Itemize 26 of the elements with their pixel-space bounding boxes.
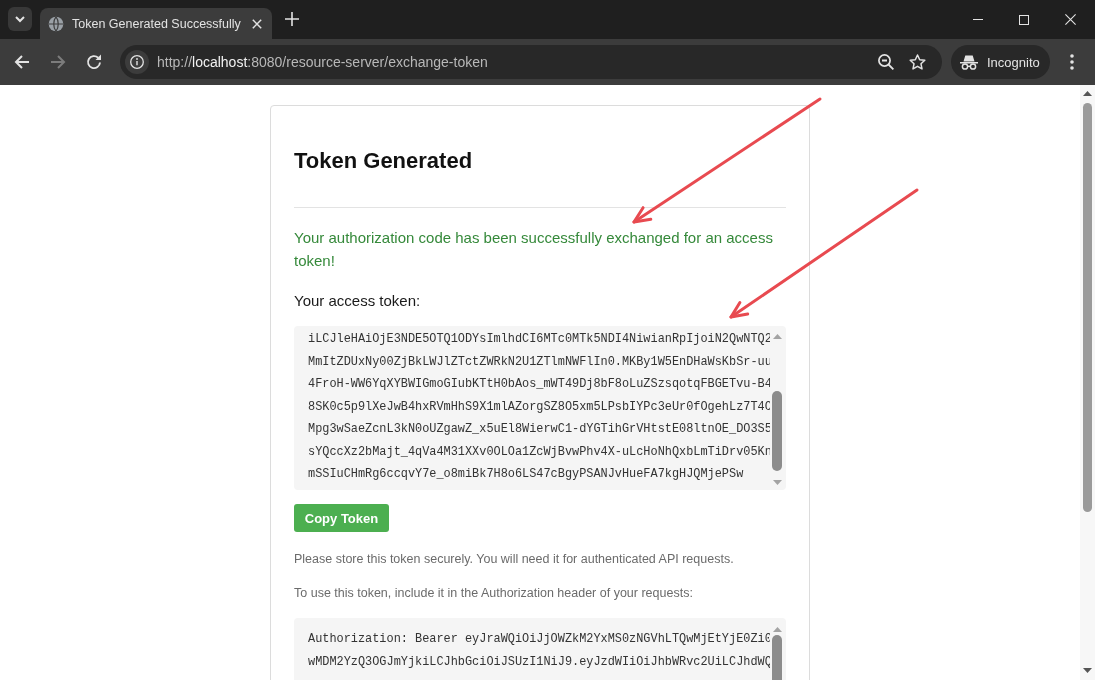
- profile-button[interactable]: Incognito: [951, 45, 1050, 79]
- close-icon[interactable]: [1064, 14, 1076, 25]
- scrollbar-thumb[interactable]: [772, 391, 782, 471]
- success-message: Your authorization code has been successfully exchanged for an access token!: [294, 228, 774, 271]
- triangle-down-icon[interactable]: [1083, 668, 1092, 673]
- maximize-icon[interactable]: [1019, 14, 1029, 25]
- magnifier-minus-icon[interactable]: [878, 54, 894, 70]
- menu-icon[interactable]: [1070, 54, 1074, 70]
- browser-tab[interactable]: Token Generated Successfully: [40, 8, 272, 39]
- note-text: To use this token, include it in the Authorization header of your requests:: [294, 585, 694, 602]
- token-label: Your access token:: [294, 291, 422, 311]
- arrow-left-icon[interactable]: [14, 55, 30, 69]
- hat-glasses-icon: [960, 54, 978, 70]
- page-title: Token Generated: [294, 148, 474, 174]
- reload-icon[interactable]: [86, 54, 102, 70]
- star-icon[interactable]: [909, 54, 926, 70]
- plus-icon[interactable]: [285, 12, 299, 26]
- globe-icon: [48, 15, 64, 32]
- close-icon[interactable]: [252, 18, 262, 29]
- scrollbar-thumb[interactable]: [1083, 103, 1092, 512]
- chevron-down-icon[interactable]: [8, 7, 32, 31]
- triangle-up-icon[interactable]: [1083, 91, 1092, 96]
- url-text: http://localhost:8080/resource-server/exchange-token: [157, 54, 489, 70]
- info-icon[interactable]: [125, 50, 149, 74]
- note-text: Please store this token securely. You will need it for authenticated API requests.: [294, 551, 735, 568]
- address-bar[interactable]: http://localhost:8080/resource-server/exchange-token: [120, 45, 942, 79]
